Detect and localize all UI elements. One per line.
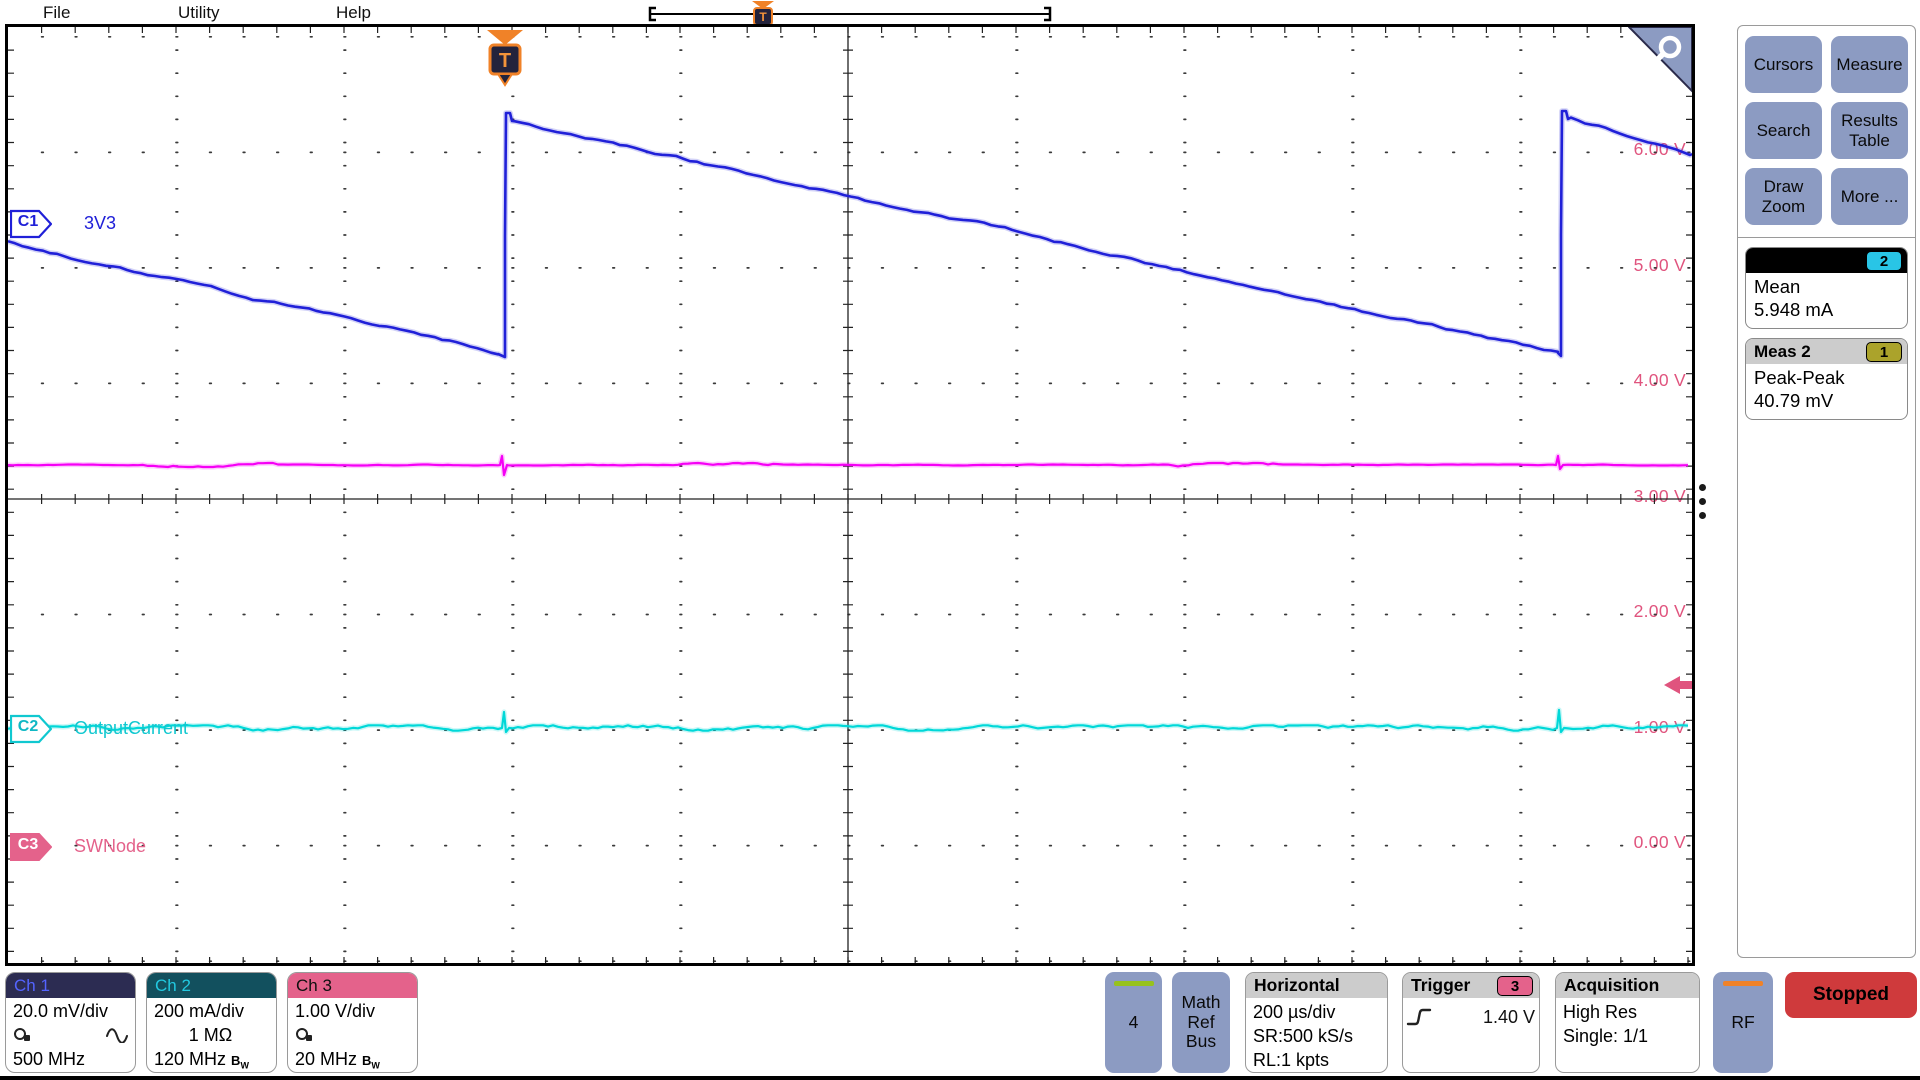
trigger-settings-panel[interactable]: Trigger 3 1.40 V <box>1402 972 1540 1073</box>
ac-coupling-icon <box>106 1028 128 1043</box>
acquisition-body: High Res Single: 1/1 <box>1556 998 1699 1050</box>
channel-2-body: 200 mA/div 1 MΩ 120 MHz BW <box>147 998 276 1073</box>
trace-name-outputcurrent: OutputCurrent <box>74 718 188 739</box>
channel-3-scale: 1.00 V/div <box>295 999 410 1023</box>
channel-1-header: Ch 1 <box>6 973 135 998</box>
search-button[interactable]: Search <box>1745 102 1822 159</box>
channel-2-header: Ch 2 <box>147 973 276 998</box>
channel-4-button[interactable]: 4 <box>1105 972 1162 1073</box>
channel-3-bandwidth: 20 MHz BW <box>295 1047 410 1073</box>
results-table-button[interactable]: Results Table <box>1831 102 1908 159</box>
draw-zoom-button[interactable]: Draw Zoom <box>1745 168 1822 225</box>
more-button[interactable]: More ... <box>1831 168 1908 225</box>
svg-text:T: T <box>759 10 767 24</box>
probe-icon <box>295 1027 315 1044</box>
timeline-graphic: T <box>640 0 1060 27</box>
rising-edge-icon <box>1405 1006 1433 1028</box>
menu-help[interactable]: Help <box>336 3 371 23</box>
waveform-display[interactable]: 6.00 V 5.00 V 4.00 V 3.00 V 2.00 V 1.00 V 0.00… <box>5 24 1695 966</box>
channel-tag-c3-label: C3 <box>13 836 43 854</box>
y-axis-label: 2.00 V <box>1634 601 1686 622</box>
horizontal-record-length: RL:1 kpts <box>1253 1048 1380 1072</box>
channel-tag-c1[interactable]: C1 <box>10 209 52 239</box>
channel-tag-c1-label: C1 <box>13 213 43 231</box>
channel-2-bandwidth: 120 MHz BW <box>154 1047 269 1073</box>
svg-text:T: T <box>499 50 511 72</box>
horizontal-scale: 200 µs/div <box>1253 1000 1380 1024</box>
channel-badge-1[interactable]: Ch 1 20.0 mV/div 500 MHz BW <box>5 972 136 1073</box>
y-axis-label: 4.00 V <box>1634 370 1686 391</box>
analysis-button-grid: Cursors Measure Search Results Table Dra… <box>1738 26 1915 238</box>
trace-name-3v3: 3V3 <box>84 213 116 234</box>
rf-color-line <box>1723 981 1763 986</box>
measurement-2-header: Meas 2 1 <box>1746 339 1907 364</box>
menu-bar: File Utility Help T <box>0 0 1920 26</box>
right-control-panel: Cursors Measure Search Results Table Dra… <box>1737 25 1916 958</box>
rf-button[interactable]: RF <box>1713 972 1773 1073</box>
acquisition-settings-panel[interactable]: Acquisition High Res Single: 1/1 <box>1555 972 1700 1073</box>
timeline-trigger-icon[interactable]: T <box>752 1 774 25</box>
bandwidth-limit-icon: BW <box>362 1053 380 1068</box>
run-stop-status[interactable]: Stopped <box>1785 972 1917 1018</box>
horizontal-title: Horizontal <box>1254 975 1340 996</box>
y-axis-label: 1.00 V <box>1634 717 1686 738</box>
measurement-2-value: 40.79 mV <box>1754 390 1899 413</box>
channel-tag-c3[interactable]: C3 <box>10 832 52 862</box>
channel-badge-3[interactable]: Ch 3 1.00 V/div 20 MHz BW <box>287 972 418 1073</box>
acquisition-count: Single: 1/1 <box>1563 1024 1692 1048</box>
y-axis-label: 5.00 V <box>1634 255 1686 276</box>
measurement-badge-2[interactable]: Meas 2 1 Peak-Peak 40.79 mV <box>1745 338 1908 420</box>
measurement-2-name: Peak-Peak <box>1754 367 1899 390</box>
trigger-body: 1.40 V <box>1403 998 1539 1028</box>
acquisition-timeline[interactable]: T <box>640 0 1060 27</box>
probe-icon <box>13 1027 33 1044</box>
measurement-2-body: Peak-Peak 40.79 mV <box>1746 364 1907 419</box>
math-ref-bus-button[interactable]: Math Ref Bus <box>1172 972 1230 1073</box>
measurement-1-header: 2 <box>1746 248 1907 273</box>
channel-2-impedance: 1 MΩ <box>189 1023 232 1047</box>
measurement-1-name: Mean <box>1754 276 1899 299</box>
acquisition-mode: High Res <box>1563 1000 1692 1024</box>
channel-3-body: 1.00 V/div 20 MHz BW <box>288 998 417 1073</box>
y-axis-label: 3.00 V <box>1634 486 1686 507</box>
cursors-button[interactable]: Cursors <box>1745 36 1822 93</box>
panel-drag-handle[interactable] <box>1699 484 1709 526</box>
trigger-level-arrow[interactable] <box>1662 675 1692 695</box>
y-axis-labels: 6.00 V 5.00 V 4.00 V 3.00 V 2.00 V 1.00 V 0.00… <box>8 27 1692 963</box>
channel-2-scale: 200 mA/div <box>154 999 269 1023</box>
trigger-source-chip: 3 <box>1497 976 1533 996</box>
measurement-1-value: 5.948 mA <box>1754 299 1899 322</box>
y-axis-label: 0.00 V <box>1634 832 1686 853</box>
zoom-corner-button[interactable] <box>1628 27 1692 93</box>
bandwidth-limit-icon: BW <box>231 1053 249 1068</box>
bottom-status-bar: Ch 1 20.0 mV/div 500 MHz BW Ch 2 200 mA/… <box>0 966 1920 1080</box>
measurement-1-source-chip: 2 <box>1866 251 1902 271</box>
y-axis-label: 6.00 V <box>1634 139 1686 160</box>
measurement-2-title: Meas 2 <box>1754 342 1811 362</box>
measurement-2-source-chip: 1 <box>1866 342 1902 362</box>
measure-button[interactable]: Measure <box>1831 36 1908 93</box>
measurement-badge-1[interactable]: 2 Mean 5.948 mA <box>1745 247 1908 329</box>
rf-label: RF <box>1731 1013 1754 1033</box>
measurement-1-body: Mean 5.948 mA <box>1746 273 1907 328</box>
channel-1-body: 20.0 mV/div 500 MHz BW <box>6 998 135 1071</box>
trigger-title: Trigger <box>1411 975 1470 996</box>
menu-utility[interactable]: Utility <box>178 3 220 23</box>
trace-name-swnode: SWNode <box>74 836 146 857</box>
horizontal-settings-panel[interactable]: Horizontal 200 µs/div SR:500 kS/s RL:1 k… <box>1245 972 1388 1073</box>
channel-1-bandwidth: 500 MHz BW <box>13 1047 128 1071</box>
menu-file[interactable]: File <box>43 3 70 23</box>
channel-4-label: 4 <box>1129 1013 1139 1033</box>
channel-tag-c2[interactable]: C2 <box>10 714 52 744</box>
acquisition-title: Acquisition <box>1564 975 1659 996</box>
horizontal-body: 200 µs/div SR:500 kS/s RL:1 kpts <box>1246 998 1387 1073</box>
trigger-level: 1.40 V <box>1483 1007 1535 1028</box>
channel-1-scale: 20.0 mV/div <box>13 999 128 1023</box>
channel-tag-c2-label: C2 <box>13 718 43 736</box>
channel-3-header: Ch 3 <box>288 973 417 998</box>
horizontal-sample-rate: SR:500 kS/s <box>1253 1024 1380 1048</box>
channel-badge-2[interactable]: Ch 2 200 mA/div 1 MΩ 120 MHz BW <box>146 972 277 1073</box>
channel-4-color-line <box>1114 981 1154 986</box>
trigger-position-marker[interactable]: T <box>485 27 525 89</box>
